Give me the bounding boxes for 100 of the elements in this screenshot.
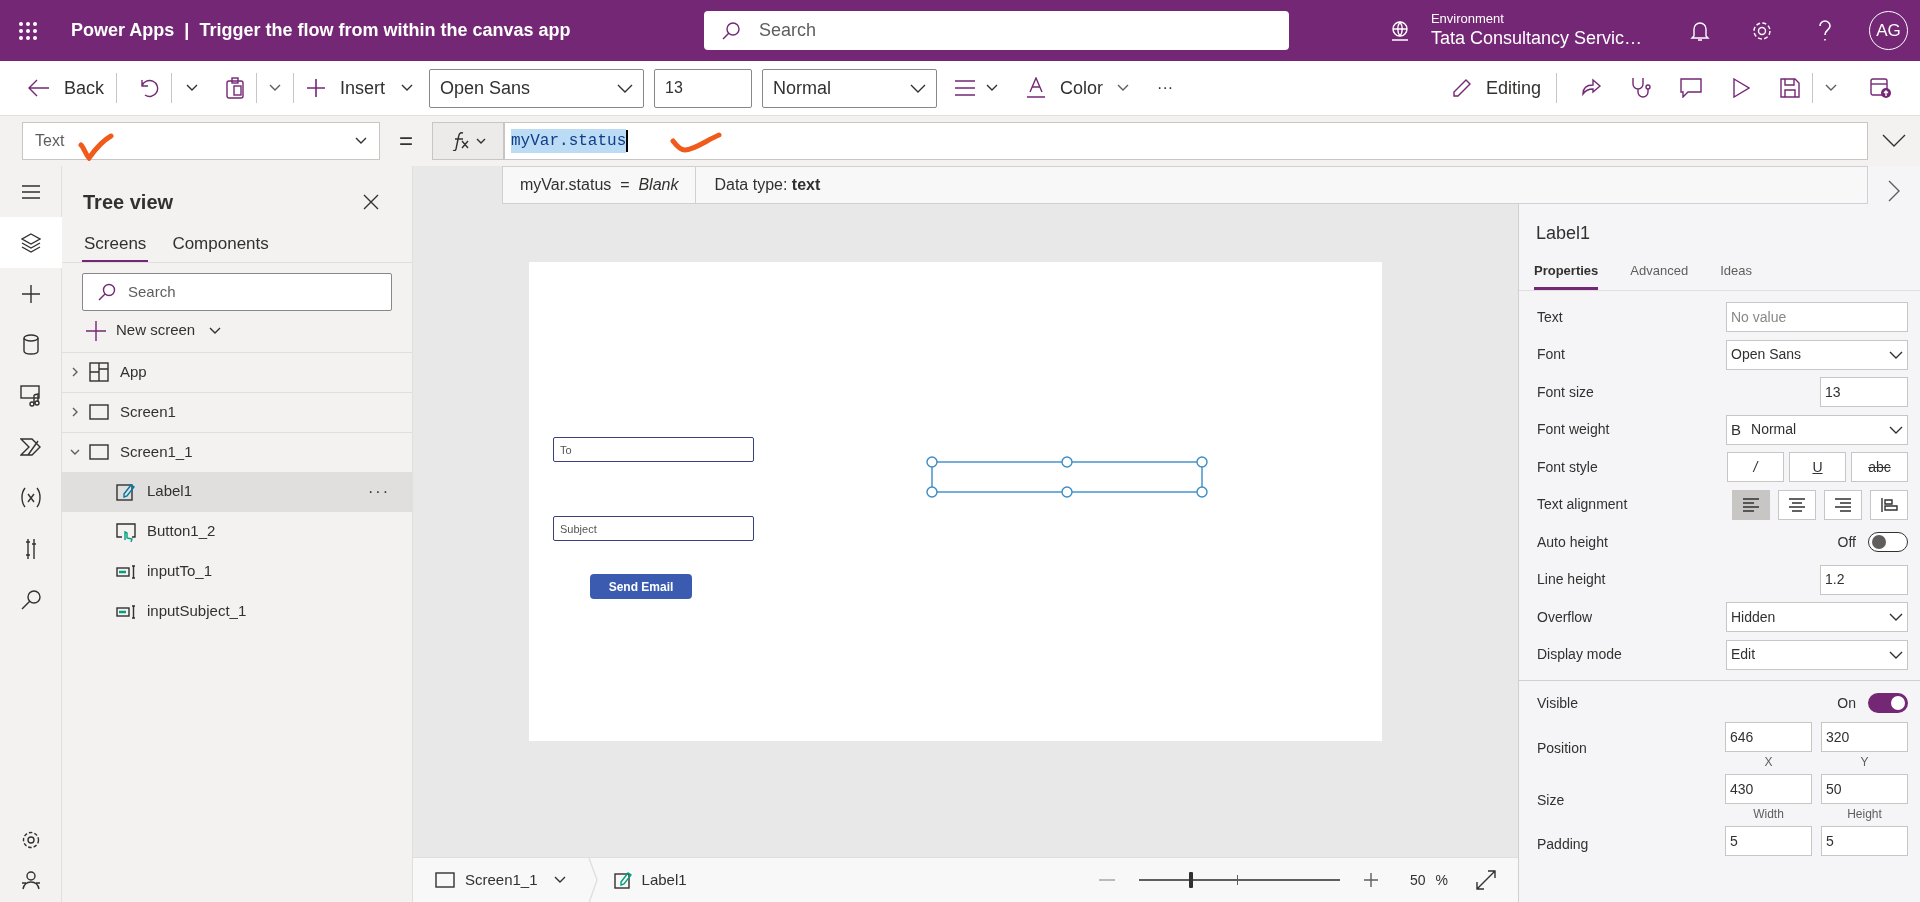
property-dropdown[interactable]: Hidden <box>1726 602 1908 633</box>
chevron-down-icon[interactable] <box>269 84 282 92</box>
chevron-down-icon[interactable] <box>986 84 999 92</box>
property-dropdown[interactable]: Open Sans <box>1726 339 1908 370</box>
panel-tab[interactable]: Ideas <box>1720 261 1752 290</box>
chevron-right-icon[interactable] <box>1888 180 1900 202</box>
search-field[interactable]: Search <box>703 11 1289 50</box>
formula-input[interactable]: myVar.status <box>504 122 1868 160</box>
tree-item[interactable]: inputTo_1 <box>62 551 412 592</box>
property-dropdown[interactable]: B Normal <box>1726 414 1908 445</box>
notification-bell-icon[interactable] <box>1690 19 1710 42</box>
send-email-button[interactable]: Send Email <box>590 574 692 599</box>
screen-breadcrumb[interactable]: Screen1_1 <box>435 868 566 892</box>
more-options-button[interactable]: ··· <box>368 479 390 504</box>
property-number-field[interactable]: 50 <box>1821 774 1908 804</box>
chevron-down-icon[interactable] <box>401 84 414 92</box>
environment-name[interactable]: Tata Consultancy Servic… <box>1430 27 1642 50</box>
property-number-field[interactable]: 430 <box>1725 774 1812 804</box>
property-label: Padding <box>1537 834 1589 854</box>
app-name[interactable]: Power Apps <box>71 17 175 44</box>
dropdown-value: Open Sans <box>1731 345 1802 365</box>
help-icon[interactable] <box>1817 18 1833 43</box>
play-icon[interactable] <box>1732 78 1750 98</box>
chevron-down-icon[interactable] <box>70 447 80 457</box>
close-icon[interactable] <box>363 194 379 210</box>
property-number-field[interactable]: 646 <box>1725 722 1812 752</box>
save-icon[interactable] <box>1780 78 1800 98</box>
text-align-button[interactable] <box>1870 489 1908 520</box>
property-field[interactable]: No value <box>1726 302 1908 333</box>
panel-tab[interactable]: Components <box>170 231 271 262</box>
property-dropdown[interactable]: Text <box>22 122 380 160</box>
chevron-down-icon[interactable] <box>1117 84 1130 92</box>
chevron-down-icon[interactable] <box>209 326 222 335</box>
chevron-down-icon[interactable] <box>186 84 199 92</box>
tree-item[interactable]: inputSubject_1 <box>62 591 412 632</box>
search-field[interactable]: Search <box>82 272 392 311</box>
tree-item[interactable]: Label1 ··· <box>62 471 412 512</box>
control-breadcrumb[interactable]: Label1 <box>613 868 687 892</box>
hint-expression: myVar.status = Blank <box>503 167 697 203</box>
more-button[interactable]: ··· <box>1157 76 1174 100</box>
font-style-button[interactable]: U <box>1789 452 1846 483</box>
text-input-field[interactable]: Subject <box>553 516 754 541</box>
zoom-in-icon[interactable] <box>1363 873 1378 887</box>
chevron-right-icon[interactable] <box>70 407 80 417</box>
function-button[interactable] <box>432 122 504 160</box>
undo-icon[interactable] <box>139 78 160 98</box>
chevron-down-icon[interactable] <box>553 876 566 884</box>
property-number-field[interactable]: 320 <box>1821 722 1908 752</box>
tree-item[interactable]: App <box>62 351 412 392</box>
publish-icon[interactable] <box>1870 77 1892 99</box>
label-edit-icon <box>116 481 136 502</box>
text-align-icon[interactable] <box>954 80 977 96</box>
slider-thumb[interactable] <box>1189 872 1194 888</box>
selection-handles-drawing[interactable] <box>926 456 1208 498</box>
property-label: Text alignment <box>1537 495 1628 515</box>
text-input-field[interactable]: To <box>553 437 754 462</box>
zoom-slider[interactable] <box>1136 872 1342 888</box>
chevron-down-icon[interactable] <box>1825 84 1837 92</box>
text-align-button[interactable] <box>1824 489 1862 520</box>
settings-icon[interactable] <box>20 830 41 850</box>
user-settings-icon[interactable] <box>20 870 41 890</box>
property-number-field[interactable]: 5 <box>1725 826 1812 856</box>
font-size-field[interactable]: 13 <box>654 68 753 108</box>
comment-icon[interactable] <box>1680 78 1702 98</box>
settings-icon[interactable] <box>1751 19 1773 42</box>
share-icon[interactable] <box>1580 78 1602 98</box>
app-launcher-icon[interactable] <box>18 20 38 41</box>
color-button[interactable]: Color <box>1026 74 1130 102</box>
tree-item[interactable]: Screen1_1 <box>62 431 412 472</box>
clipboard-icon[interactable] <box>226 77 245 99</box>
fit-to-screen-icon[interactable] <box>1476 870 1496 890</box>
back-button[interactable]: Back <box>28 74 105 102</box>
font-color-icon <box>1026 77 1047 99</box>
property-label: Font <box>1537 345 1565 365</box>
property-number-field[interactable]: 13 <box>1820 377 1908 408</box>
panel-tab[interactable]: Properties <box>1534 261 1599 290</box>
text-align-button[interactable] <box>1778 489 1816 520</box>
font-style-button[interactable]: abc <box>1851 452 1908 483</box>
tree-item[interactable]: Screen1 <box>62 391 412 432</box>
font-dropdown[interactable]: Open Sans <box>429 68 645 108</box>
align-left-icon <box>1742 496 1760 513</box>
plus-icon <box>306 78 327 98</box>
new-screen-button[interactable]: New screen <box>86 318 412 343</box>
rail-layers-button[interactable] <box>0 217 62 268</box>
tree-item[interactable]: Button1_2 <box>62 511 412 552</box>
text-align-button[interactable] <box>1732 489 1770 520</box>
stethoscope-icon[interactable] <box>1630 77 1652 99</box>
property-number-field[interactable]: 5 <box>1821 826 1908 856</box>
property-number-field[interactable]: 1.2 <box>1820 564 1908 595</box>
chevron-right-icon[interactable] <box>70 367 80 377</box>
font-weight-dropdown[interactable]: Normal <box>762 68 938 108</box>
panel-tab[interactable]: Advanced <box>1630 261 1689 290</box>
panel-tab[interactable]: Screens <box>82 231 149 262</box>
editing-button[interactable]: Editing <box>1451 74 1541 102</box>
font-style-button[interactable]: / <box>1727 452 1784 483</box>
toggle-switch[interactable] <box>1868 693 1908 714</box>
insert-button[interactable]: Insert <box>306 74 414 102</box>
property-dropdown[interactable]: Edit <box>1726 639 1908 670</box>
expand-chevron-icon[interactable] <box>1882 134 1906 148</box>
toggle-switch[interactable] <box>1868 532 1908 553</box>
